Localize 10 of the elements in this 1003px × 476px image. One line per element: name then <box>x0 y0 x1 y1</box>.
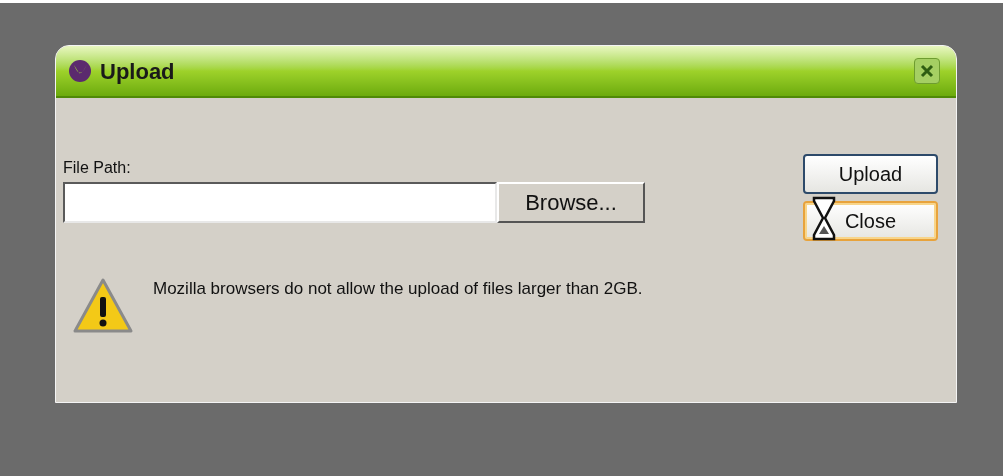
browse-button[interactable]: Browse... <box>497 182 645 223</box>
warning-icon <box>72 277 134 335</box>
window-title: Upload <box>100 57 175 86</box>
field-label: File Path: <box>63 158 132 178</box>
close-icon[interactable] <box>914 58 940 84</box>
logo-icon <box>68 59 92 83</box>
warning-message: Mozilla browsers do not allow the upload of files larger than 2GB. <box>153 278 644 300</box>
file-path-field[interactable] <box>63 182 497 223</box>
dialog-button[interactable]: Upload <box>803 154 938 194</box>
hourglass-cursor-icon <box>812 196 836 241</box>
